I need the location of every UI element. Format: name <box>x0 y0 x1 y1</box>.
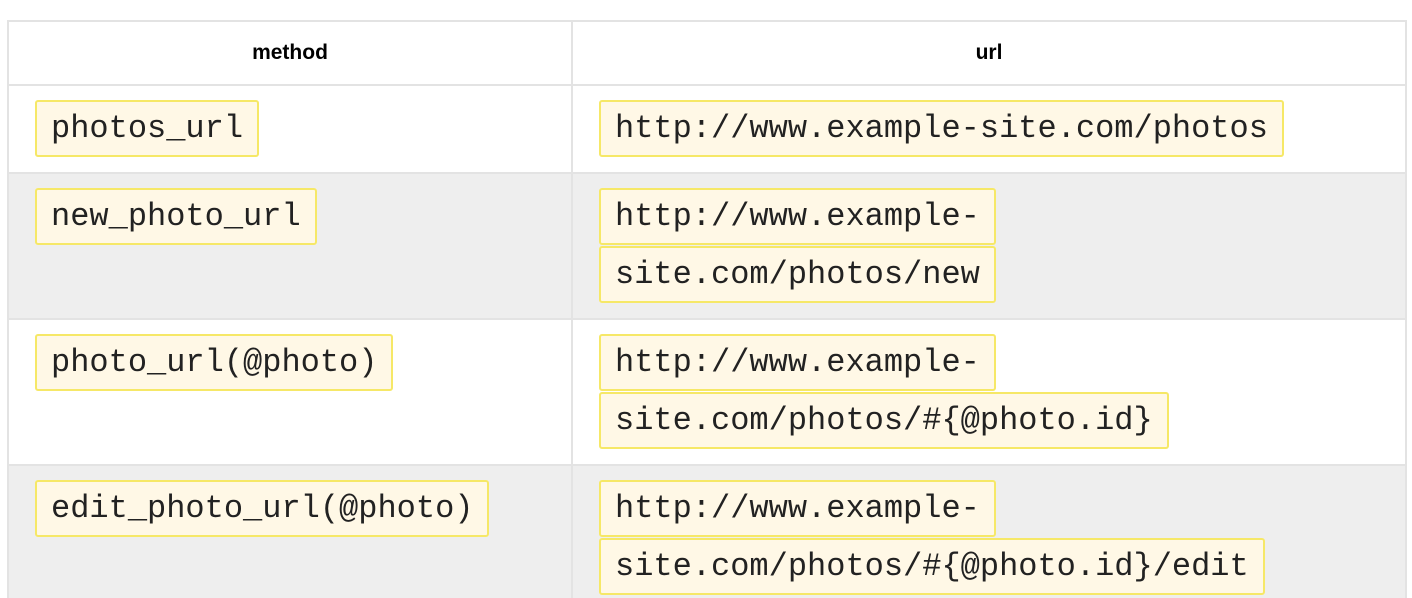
url-line-2: site.com/photos/#{@photo.id}/edit <box>615 548 1249 585</box>
table-row: edit_photo_url(@photo) http://www.exampl… <box>7 464 1407 598</box>
url-line-2: site.com/photos/new <box>615 256 980 293</box>
url-line-1: http://www.example-site.com/photos <box>615 110 1268 147</box>
table-row: new_photo_url http://www.example-site.co… <box>7 172 1407 320</box>
method-cell: photos_url <box>7 84 573 174</box>
table-row: photo_url(@photo) http://www.example-sit… <box>7 318 1407 466</box>
table-header: method url <box>7 20 1407 86</box>
url-cell: http://www.example-site.com/photos/#{@ph… <box>571 318 1407 466</box>
url-cell: http://www.example-site.com/photos/#{@ph… <box>571 464 1407 598</box>
route-helpers-table: method url photos_url http://www.example… <box>7 20 1407 598</box>
url-cell: http://www.example-site.com/photos/new <box>571 172 1407 320</box>
page: method url photos_url http://www.example… <box>0 0 1412 598</box>
method-code: photos_url <box>35 100 260 157</box>
url-code: http://www.example-site.com/photos/#{@ph… <box>599 334 1169 449</box>
method-code: edit_photo_url(@photo) <box>35 480 490 537</box>
method-cell: new_photo_url <box>7 172 573 320</box>
table-body: photos_url http://www.example-site.com/p… <box>7 84 1407 598</box>
method-code: photo_url(@photo) <box>35 334 394 391</box>
url-code: http://www.example-site.com/photos/new <box>599 188 996 303</box>
url-line-1: http://www.example- <box>615 490 980 527</box>
url-line-2: site.com/photos/#{@photo.id} <box>615 402 1153 439</box>
url-line-1: http://www.example- <box>615 344 980 381</box>
column-header-method: method <box>7 20 573 86</box>
url-cell: http://www.example-site.com/photos <box>571 84 1407 174</box>
table-row: photos_url http://www.example-site.com/p… <box>7 84 1407 174</box>
url-line-1: http://www.example- <box>615 198 980 235</box>
url-code: http://www.example-site.com/photos/#{@ph… <box>599 480 1265 595</box>
url-code: http://www.example-site.com/photos <box>599 100 1284 157</box>
method-code: new_photo_url <box>35 188 317 245</box>
method-cell: edit_photo_url(@photo) <box>7 464 573 598</box>
method-cell: photo_url(@photo) <box>7 318 573 466</box>
header-row: method url <box>7 20 1407 86</box>
column-header-url: url <box>571 20 1407 86</box>
